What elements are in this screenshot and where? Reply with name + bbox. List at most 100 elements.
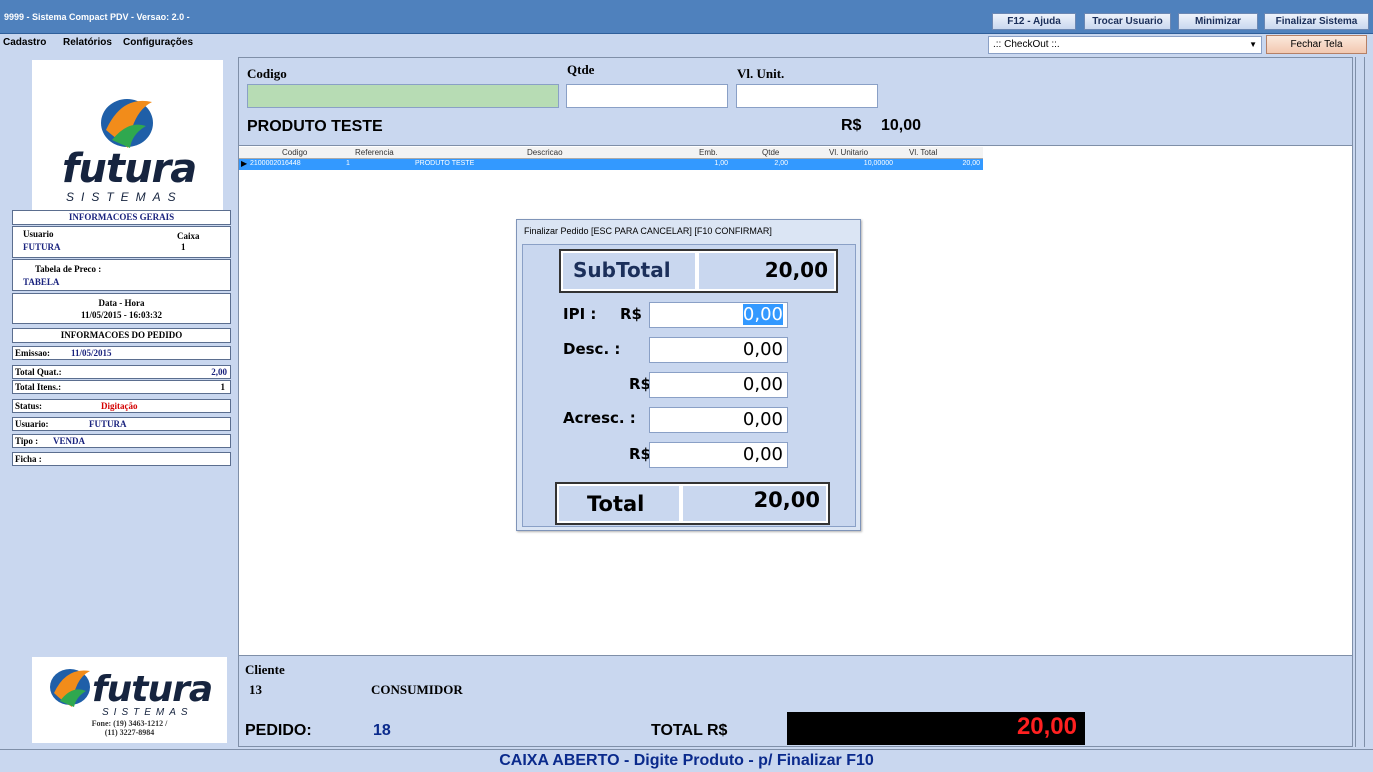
client-name: CONSUMIDOR	[371, 682, 463, 697]
close-screen-button[interactable]: Fechar Tela	[1266, 35, 1367, 54]
col-descricao[interactable]: Descricao	[527, 148, 563, 157]
grid-header: Codigo Referencia Descricao Emb. Qtde Vl…	[239, 147, 983, 159]
datetime-box: Data - Hora 11/05/2015 - 16:03:32	[12, 293, 231, 324]
total-qty-value: 2,00	[211, 367, 227, 377]
surcharge-pct-input[interactable]: 0,00	[649, 407, 788, 433]
user-caixa-box: Usuario FUTURA Caixa 1	[12, 226, 231, 258]
ipi-currency: R$	[620, 305, 642, 323]
cell-referencia: 1	[346, 160, 350, 167]
bottom-logo-box: futura SISTEMAS Fone: (19) 3463-1212 / (…	[32, 657, 227, 743]
client-code: 13	[249, 682, 262, 697]
switch-user-button[interactable]: Trocar Usuario	[1084, 13, 1171, 30]
ipi-value: 0,00	[742, 304, 783, 325]
order-info-header: INFORMACOES DO PEDIDO	[12, 328, 231, 343]
user-value: FUTURA	[23, 242, 61, 252]
surcharge-pct-value: 0,00	[742, 409, 783, 430]
company-logo: futura SISTEMAS	[32, 60, 223, 210]
col-referencia[interactable]: Referencia	[355, 148, 394, 157]
row-pointer-icon: ▶	[241, 159, 248, 168]
discount-value: 0,00	[742, 374, 783, 395]
menu-cadastro[interactable]: Cadastro	[3, 37, 46, 48]
qty-label: Qtde	[567, 62, 595, 77]
discount-value-input[interactable]: 0,00	[649, 372, 788, 398]
col-codigo[interactable]: Codigo	[282, 148, 307, 157]
price-value: 10,00	[881, 117, 922, 134]
dialog-total-label: Total	[587, 492, 645, 516]
title-bar: 9999 - Sistema Compact PDV - Versao: 2.0…	[0, 0, 1373, 34]
ipi-label: IPI :	[563, 305, 597, 323]
client-footer-panel: Cliente 13 CONSUMIDOR PEDIDO: 18 TOTAL R…	[239, 655, 1352, 746]
order-user-value: FUTURA	[89, 419, 127, 429]
exit-system-button[interactable]: Finalizar Sistema	[1264, 13, 1369, 30]
checkout-select[interactable]: .:: CheckOut ::. ▼	[988, 36, 1262, 54]
table-row[interactable]: ▶ 2100002016448 1 PRODUTO TESTE 1,00 2,0…	[239, 159, 983, 170]
surcharge-value-input[interactable]: 0,00	[649, 442, 788, 468]
discount-pct-input[interactable]: 0,00	[649, 337, 788, 363]
cell-descricao: PRODUTO TESTE	[415, 160, 475, 167]
file-row: Ficha :	[12, 452, 231, 466]
chevron-down-icon: ▼	[1249, 40, 1257, 49]
col-qtde[interactable]: Qtde	[762, 148, 779, 157]
unit-price-input[interactable]	[736, 84, 878, 108]
discount-pct-value: 0,00	[742, 339, 783, 360]
cell-vl-unitario: 10,00000	[863, 160, 893, 167]
total-qty-row: Total Quat.: 2,00	[12, 365, 231, 379]
left-info-panel: futura SISTEMAS INFORMACOES GERAIS Usuar…	[9, 57, 233, 747]
datetime-label: Data - Hora	[98, 298, 145, 308]
cell-qtde: 2,00	[774, 160, 788, 167]
items-grid[interactable]: Codigo Referencia Descricao Emb. Qtde Vl…	[239, 147, 983, 170]
type-label: Tipo :	[15, 436, 39, 446]
type-row: Tipo : VENDA	[12, 434, 231, 448]
product-entry-panel: Codigo Qtde Vl. Unit. PRODUTO TESTE R$ 1…	[239, 58, 1352, 146]
surcharge-currency: R$	[629, 445, 651, 463]
ipi-input[interactable]: 0,00	[649, 302, 788, 328]
code-input[interactable]	[247, 84, 559, 108]
unit-price-label: Vl. Unit.	[737, 66, 785, 81]
col-emb[interactable]: Emb.	[699, 148, 718, 157]
product-name: PRODUTO TESTE	[247, 118, 383, 135]
general-info-header: INFORMACOES GERAIS	[12, 210, 231, 225]
menu-configuracoes[interactable]: Configurações	[123, 37, 193, 48]
subtotal-label: SubTotal	[573, 258, 671, 282]
emission-value: 11/05/2015	[71, 348, 112, 358]
total-box: Total 20,00	[555, 482, 830, 525]
total-qty-label: Total Quat.:	[15, 367, 62, 377]
status-value: Digitação	[101, 401, 138, 411]
total-label: TOTAL R$	[651, 722, 728, 739]
help-button[interactable]: F12 - Ajuda	[992, 13, 1076, 30]
cell-codigo: 2100002016448	[250, 160, 301, 167]
client-label: Cliente	[245, 662, 285, 677]
type-value: VENDA	[53, 436, 86, 446]
checkout-select-value: .:: CheckOut ::.	[993, 39, 1060, 50]
discount-label: Desc. :	[563, 340, 621, 358]
status-row: Status: Digitação	[12, 399, 231, 413]
dialog-total-value: 20,00	[753, 488, 820, 512]
col-vl-total[interactable]: Vl. Total	[909, 148, 937, 157]
status-label: Status:	[15, 401, 43, 411]
total-items-value: 1	[220, 382, 226, 392]
surcharge-label: Acresc. :	[563, 409, 636, 427]
price-table-box: Tabela de Preco : TABELA	[12, 259, 231, 291]
logo-brand-text: futura	[62, 146, 197, 192]
company-phone-2: (11) 3227-8984	[104, 728, 155, 737]
surcharge-value: 0,00	[742, 444, 783, 465]
finalize-order-dialog: Finalizar Pedido [ESC PARA CANCELAR] [F1…	[516, 219, 861, 531]
vertical-scrollbar[interactable]	[1355, 57, 1365, 747]
logo-tagline: SISTEMAS	[66, 190, 183, 204]
bottom-logo-brand: futura	[92, 669, 213, 710]
general-info-title: INFORMACOES GERAIS	[68, 212, 175, 222]
cell-emb: 1,00	[714, 160, 728, 167]
datetime-value: 11/05/2015 - 16:03:32	[81, 310, 162, 320]
order-user-label: Usuario:	[15, 419, 49, 429]
file-label: Ficha :	[15, 454, 42, 464]
qty-input[interactable]	[566, 84, 728, 108]
minimize-button[interactable]: Minimizar	[1178, 13, 1258, 30]
price-currency: R$	[841, 117, 862, 134]
total-display: 20,00	[787, 712, 1085, 745]
discount-currency: R$	[629, 375, 651, 393]
total-items-row: Total Itens.: 1	[12, 380, 231, 394]
menu-relatorios[interactable]: Relatórios	[63, 37, 112, 48]
subtotal-box: SubTotal 20,00	[559, 249, 838, 293]
total-items-label: Total Itens.:	[15, 382, 62, 392]
col-vl-unitario[interactable]: Vl. Unitario	[829, 148, 868, 157]
